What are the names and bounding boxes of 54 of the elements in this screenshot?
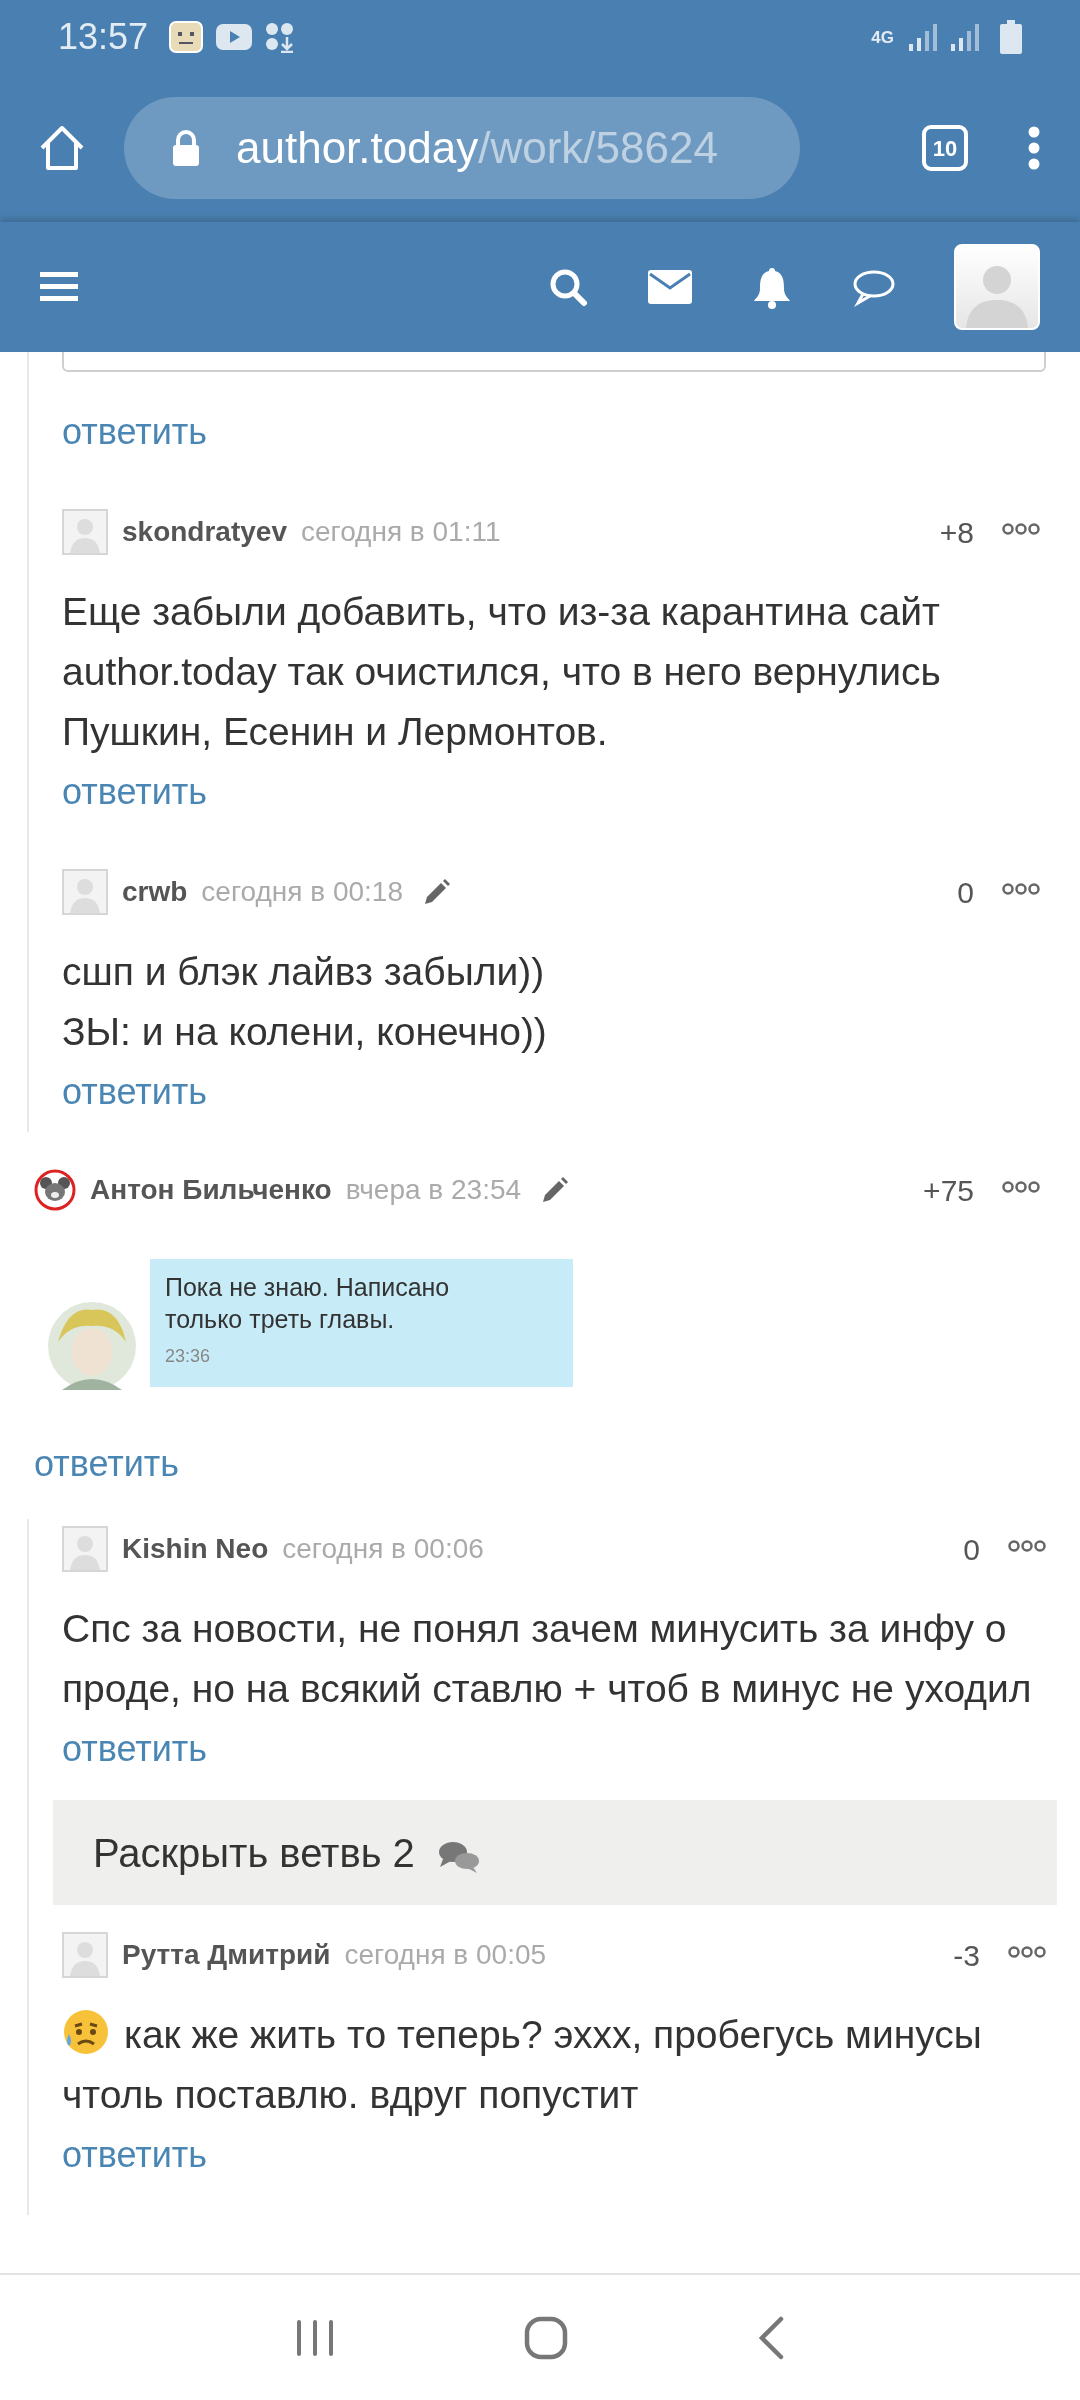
home-icon[interactable] — [38, 124, 86, 172]
network-type: 4G — [871, 28, 894, 46]
comment-time: сегодня в 00:18 — [201, 875, 403, 909]
signal-icon — [950, 22, 980, 52]
comment-time: сегодня в 00:05 — [344, 1938, 547, 1972]
comment-score: +8 — [939, 514, 974, 551]
address-bar[interactable]: author.today/work/58624 — [124, 97, 800, 199]
back-icon[interactable] — [757, 2315, 786, 2360]
reply-link[interactable]: ответить — [34, 1434, 180, 1494]
app-notification-icon — [168, 20, 205, 54]
comment-time: сегодня в 01:11 — [300, 515, 501, 549]
comment-score: +75 — [923, 1172, 974, 1209]
lock-icon — [172, 130, 200, 166]
author-name[interactable]: skondratyev — [122, 511, 287, 553]
more-icon — [1002, 523, 1040, 535]
tab-count-button[interactable]: 10 — [922, 125, 968, 171]
comment-text: как же жить то теперь? эххх, пробегусь минусы чтоль поставлю. вдруг попустит — [62, 2005, 1046, 2125]
battery-icon — [1000, 20, 1022, 54]
more-options-icon[interactable] — [1028, 126, 1040, 170]
more-icon — [1002, 883, 1040, 895]
reply-link[interactable]: ответить — [62, 762, 208, 822]
comment-text: сшп и блэк лайвз забыли)) ЗЫ: и на колени, конечно)) — [62, 949, 548, 1055]
url-text: author.today/work/58624 — [236, 122, 718, 174]
comment-score: -3 — [953, 1937, 980, 1974]
comment-text: Еще забыли добавить, что из-за карантина сайт author.today так очистился, что в него вернулись Пушкин, Есенин и Лермонтов. — [62, 589, 942, 755]
recent-apps-icon[interactable] — [294, 2317, 335, 2358]
reply-link[interactable]: ответить — [62, 2125, 208, 2185]
menu-icon[interactable] — [40, 271, 78, 303]
reply-link[interactable]: ответить — [62, 402, 208, 462]
comment-time: вчера в 23:54 — [345, 1173, 522, 1207]
text-field[interactable] — [62, 352, 1046, 372]
home-button-icon[interactable] — [524, 2315, 568, 2360]
author-name[interactable]: Kishin Neo — [122, 1528, 269, 1570]
mail-icon[interactable] — [648, 270, 692, 304]
video-icon — [216, 24, 253, 50]
more-icon — [1002, 1181, 1040, 1193]
more-icon — [1008, 1540, 1046, 1552]
search-icon[interactable] — [548, 267, 588, 307]
comment-time: сегодня в 00:06 — [282, 1532, 484, 1566]
chat-time: 23:36 — [165, 1345, 211, 1368]
signal-icon — [908, 22, 938, 52]
reply-link[interactable]: ответить — [62, 1719, 208, 1779]
author-name[interactable]: crwb — [122, 871, 188, 913]
expand-thread-button[interactable]: Раскрыть ветвь 2 — [53, 1800, 1057, 1905]
reply-link[interactable]: ответить — [62, 1062, 208, 1122]
bell-icon[interactable] — [752, 265, 792, 309]
more-icon — [1008, 1946, 1046, 1958]
comment-score: 0 — [957, 874, 974, 911]
status-time: 13:57 — [58, 15, 149, 59]
chat-message: Пока не знаю. Написано только треть главы. — [165, 1272, 451, 1335]
author-name[interactable]: Антон Бильченко — [90, 1169, 332, 1211]
author-name[interactable]: Рутта Дмитрий — [122, 1934, 331, 1976]
comment-score: 0 — [963, 1531, 980, 1568]
comment-text: Спс за новости, не понял зачем минусить за инфу о проде, но на всякий ставлю + чтоб в минус не уходил — [62, 1606, 1033, 1712]
